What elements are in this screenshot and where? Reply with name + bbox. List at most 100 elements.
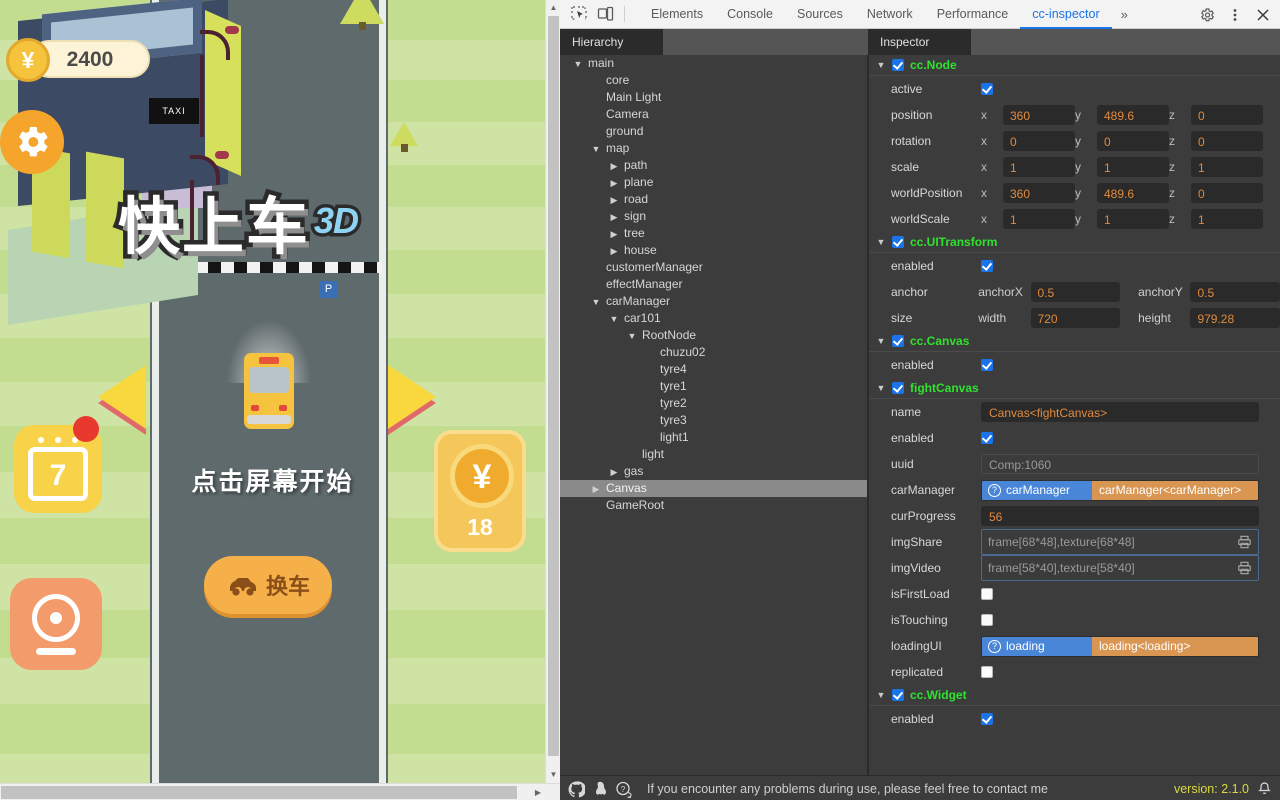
chevron-down-icon[interactable]: ▼ [626, 328, 638, 345]
number-field-anchorx[interactable]: 0.5 [1031, 282, 1121, 302]
component-header-fightcanvas[interactable]: ▼fightCanvas [869, 378, 1280, 399]
devtools-menu-button[interactable] [1222, 2, 1248, 28]
hierarchy-node-core[interactable]: ▪core [560, 72, 867, 89]
inspector-panel[interactable]: ▼cc.Nodeactivepositionx360y489.6z0rotati… [869, 55, 1280, 783]
hierarchy-node-main[interactable]: ▼main [560, 55, 867, 72]
panel-tab-hierarchy[interactable]: Hierarchy [560, 29, 663, 55]
github-icon[interactable] [568, 781, 585, 798]
chevron-right-icon[interactable]: ▶ [608, 192, 620, 209]
tab-network[interactable]: Network [855, 0, 925, 29]
number-field-worldscale-y[interactable]: 1 [1097, 209, 1169, 229]
checkbox[interactable] [892, 236, 904, 248]
chevron-down-icon[interactable]: ▼ [590, 294, 602, 311]
number-field-scale-x[interactable]: 1 [1003, 157, 1075, 177]
number-field-worldscale-z[interactable]: 1 [1191, 209, 1263, 229]
more-tabs-button[interactable]: » [1112, 7, 1137, 22]
change-car-button[interactable]: 换车 [204, 556, 332, 614]
number-field-position-z[interactable]: 0 [1191, 105, 1263, 125]
scrollbar-thumb[interactable] [1, 786, 517, 799]
number-field-curprogress[interactable]: 56 [981, 506, 1259, 526]
hierarchy-node-car101[interactable]: ▼car101 [560, 310, 867, 327]
chevron-right-icon[interactable]: ▶ [590, 481, 602, 498]
printer-icon[interactable] [1237, 535, 1252, 549]
checkbox[interactable] [981, 614, 993, 626]
steering-wheel-button[interactable] [10, 578, 102, 670]
component-header-cc-canvas[interactable]: ▼cc.Canvas [869, 331, 1280, 352]
text-field-name[interactable]: Canvas<fightCanvas> [981, 402, 1259, 422]
image-field-imgvideo[interactable]: frame[58*40],texture[58*40] [981, 555, 1259, 581]
checkbox[interactable] [892, 382, 904, 394]
hierarchy-node-house[interactable]: ▶house [560, 242, 867, 259]
device-toolbar-button[interactable] [592, 1, 618, 27]
tab-performance[interactable]: Performance [925, 0, 1021, 29]
chevron-down-icon[interactable]: ▼ [572, 56, 584, 73]
checkbox[interactable] [981, 588, 993, 600]
qq-penguin-icon[interactable] [593, 781, 607, 798]
hierarchy-node-tyre4[interactable]: ▪tyre4 [560, 361, 867, 378]
tab-sources[interactable]: Sources [785, 0, 855, 29]
hierarchy-node-canvas[interactable]: ▶Canvas [560, 480, 867, 497]
chevron-down-icon[interactable]: ▼ [876, 383, 886, 393]
hierarchy-node-ground[interactable]: ▪ground [560, 123, 867, 140]
checkbox[interactable] [981, 432, 993, 444]
scrollbar-thumb[interactable] [548, 16, 559, 756]
chevron-right-icon[interactable]: ▶ [608, 209, 620, 226]
game-canvas[interactable]: P TAXI [0, 0, 545, 783]
checkbox[interactable] [981, 260, 993, 272]
settings-button[interactable] [0, 110, 64, 174]
checkbox[interactable] [892, 59, 904, 71]
hierarchy-node-sign[interactable]: ▶sign [560, 208, 867, 225]
asset-link-button[interactable]: ?loading [982, 637, 1092, 656]
chevron-right-icon[interactable]: ▶ [608, 243, 620, 260]
devtools-close-button[interactable] [1250, 2, 1276, 28]
number-field-rotation-y[interactable]: 0 [1097, 131, 1169, 151]
hierarchy-node-customermanager[interactable]: ▪customerManager [560, 259, 867, 276]
hierarchy-node-tyre1[interactable]: ▪tyre1 [560, 378, 867, 395]
number-field-worldposition-y[interactable]: 489.6 [1097, 183, 1169, 203]
asset-field-loadingui[interactable]: ?loadingloading<loading> [981, 636, 1259, 657]
hierarchy-node-main-light[interactable]: ▪Main Light [560, 89, 867, 106]
tab-cc-inspector[interactable]: cc-inspector [1020, 0, 1111, 29]
component-header-cc-uitransform[interactable]: ▼cc.UITransform [869, 232, 1280, 253]
number-field-rotation-x[interactable]: 0 [1003, 131, 1075, 151]
checkbox[interactable] [981, 83, 993, 95]
checkbox[interactable] [981, 359, 993, 371]
text-field-uuid[interactable]: Comp:1060 [981, 454, 1259, 474]
hierarchy-node-tree[interactable]: ▶tree [560, 225, 867, 242]
chevron-right-icon[interactable]: ▶ [608, 158, 620, 175]
hierarchy-node-camera[interactable]: ▪Camera [560, 106, 867, 123]
number-field-position-y[interactable]: 489.6 [1097, 105, 1169, 125]
hierarchy-node-light[interactable]: ▪light [560, 446, 867, 463]
chevron-down-icon[interactable]: ▼ [590, 141, 602, 158]
chevron-down-icon[interactable]: ▼ [608, 311, 620, 328]
number-field-anchory[interactable]: 0.5 [1190, 282, 1280, 302]
inspect-element-button[interactable] [566, 1, 592, 27]
chevron-down-icon[interactable]: ▼ [876, 690, 886, 700]
checkbox[interactable] [981, 666, 993, 678]
component-header-cc-node[interactable]: ▼cc.Node [869, 55, 1280, 76]
chevron-down-icon[interactable]: ▼ [876, 336, 886, 346]
chevron-right-icon[interactable]: ▶ [608, 175, 620, 192]
game-viewport[interactable]: P TAXI [0, 0, 545, 783]
scroll-up-icon[interactable]: ▲ [546, 0, 561, 16]
hierarchy-node-tyre3[interactable]: ▪tyre3 [560, 412, 867, 429]
hierarchy-node-gas[interactable]: ▶gas [560, 463, 867, 480]
panel-tab-inspector[interactable]: Inspector [868, 29, 971, 55]
checkbox[interactable] [892, 335, 904, 347]
bell-icon[interactable] [1257, 781, 1272, 797]
hierarchy-node-path[interactable]: ▶path [560, 157, 867, 174]
number-field-worldposition-z[interactable]: 0 [1191, 183, 1263, 203]
number-field-worldposition-x[interactable]: 360 [1003, 183, 1075, 203]
chevron-right-icon[interactable]: ▶ [608, 226, 620, 243]
hierarchy-node-plane[interactable]: ▶plane [560, 174, 867, 191]
asset-link-button[interactable]: ?carManager [982, 481, 1092, 500]
arrow-right-icon[interactable] [388, 365, 436, 429]
hierarchy-node-carmanager[interactable]: ▼carManager [560, 293, 867, 310]
component-header-cc-widget[interactable]: ▼cc.Widget [869, 685, 1280, 706]
asset-field-carmanager[interactable]: ?carManagercarManager<carManager> [981, 480, 1259, 501]
scroll-right-icon[interactable]: ▶ [530, 784, 546, 800]
scroll-down-icon[interactable]: ▼ [546, 767, 561, 783]
hierarchy-node-light1[interactable]: ▪light1 [560, 429, 867, 446]
checkbox[interactable] [892, 689, 904, 701]
hierarchy-node-rootnode[interactable]: ▼RootNode [560, 327, 867, 344]
